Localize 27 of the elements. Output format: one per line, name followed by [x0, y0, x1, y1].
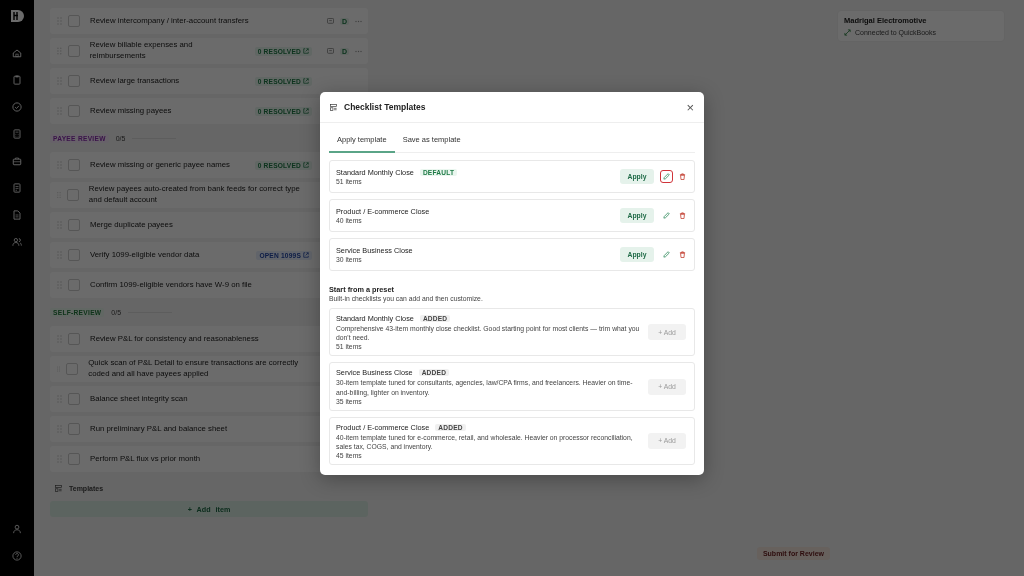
edit-button[interactable]	[660, 248, 673, 261]
dialog-title: Checklist Templates	[344, 102, 427, 112]
check-circle-icon[interactable]	[11, 101, 23, 113]
edit-button[interactable]	[660, 209, 673, 222]
trash-icon[interactable]	[679, 173, 686, 180]
close-button[interactable]: ×	[686, 100, 694, 114]
templates-icon	[329, 102, 338, 112]
calculator-icon[interactable]	[11, 128, 23, 140]
trash-icon[interactable]	[679, 212, 686, 219]
document-icon[interactable]	[11, 182, 23, 194]
link-icon	[844, 29, 851, 36]
pencil-icon	[663, 251, 670, 258]
logo[interactable]	[9, 8, 25, 24]
users-icon[interactable]	[11, 236, 23, 248]
clipboard-icon[interactable]	[11, 74, 23, 86]
edit-button[interactable]	[660, 170, 673, 183]
templates-icon	[54, 484, 63, 493]
user-icon[interactable]	[11, 523, 23, 535]
pencil-icon	[663, 173, 670, 180]
help-icon[interactable]	[11, 550, 23, 562]
trash-icon[interactable]	[679, 251, 686, 258]
briefcase-icon[interactable]	[11, 155, 23, 167]
comment-icon[interactable]	[326, 17, 334, 25]
comment-icon[interactable]	[326, 47, 334, 55]
pencil-icon	[663, 212, 670, 219]
file-icon[interactable]	[11, 209, 23, 221]
home-icon[interactable]	[11, 47, 23, 59]
